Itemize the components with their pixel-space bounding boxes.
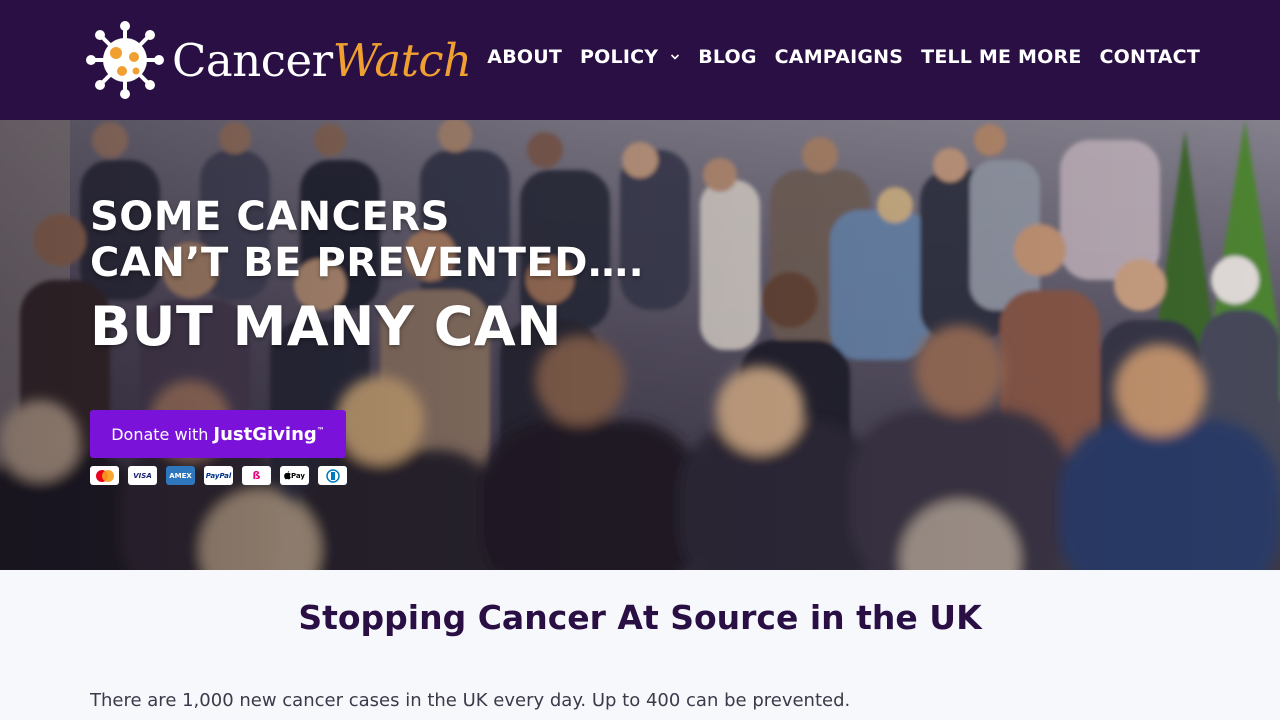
nav-campaigns[interactable]: CAMPAIGNS (775, 46, 904, 68)
paypal-label: PayPal (205, 471, 232, 480)
justgiving-name: JustGiving (213, 423, 317, 445)
paypal-icon: PayPal (204, 466, 233, 485)
amex-label: AMEX (169, 471, 192, 480)
main-nav: ABOUT POLICY BLOG CAMPAIGNS TELL ME MORE… (487, 46, 1200, 68)
nav-tell-me-more[interactable]: TELL ME MORE (921, 46, 1081, 68)
apple-pay-label: Pay (290, 471, 305, 480)
site-logo[interactable]: CancerWatch (84, 20, 472, 100)
intro-paragraph: There are 1,000 new cancer cases in the … (90, 690, 851, 711)
section-title: Stopping Cancer At Source in the UK (298, 598, 982, 637)
nav-about[interactable]: ABOUT (487, 46, 562, 68)
nav-policy-label: POLICY (580, 46, 659, 68)
apple-pay-icon: Pay (280, 466, 309, 485)
nav-campaigns-label: CAMPAIGNS (774, 46, 904, 68)
logo-word-cancer: Cancer (172, 33, 333, 87)
visa-icon: VISA (128, 466, 157, 485)
hero-line-2: CAN’T BE PREVENTED…. (90, 240, 645, 286)
amex-icon: AMEX (166, 466, 195, 485)
nav-tell-me-more-label: TELL ME MORE (921, 46, 1082, 68)
logo-word-watch: Watch (332, 33, 472, 87)
logo-wordmark: CancerWatch (172, 38, 472, 83)
site-header: CancerWatch ABOUT POLICY BLOG CAMPAIGNS … (0, 0, 1280, 120)
visa-label: VISA (133, 471, 152, 480)
donate-prefix: Donate with (111, 424, 209, 444)
justgiving-trademark: ™ (316, 425, 325, 435)
diners-icon (318, 466, 347, 485)
donate-justgiving-button[interactable]: Donate with JustGiving™ (90, 410, 346, 458)
mastercard-icon (90, 466, 119, 485)
nav-blog[interactable]: BLOG (698, 46, 756, 68)
chevron-down-icon[interactable] (670, 52, 680, 62)
nav-about-label: ABOUT (487, 46, 563, 68)
nav-policy[interactable]: POLICY (580, 46, 680, 68)
hero-line-1: SOME CANCERS (90, 194, 450, 240)
hero-heading: SOME CANCERS CAN’T BE PREVENTED…. BUT MA… (90, 194, 644, 358)
nav-contact[interactable]: CONTACT (1100, 46, 1201, 68)
justgiving-wordmark: JustGiving™ (213, 424, 324, 445)
hero-banner: SOME CANCERS CAN’T BE PREVENTED…. BUT MA… (0, 120, 1280, 570)
nav-contact-label: CONTACT (1099, 46, 1200, 68)
nav-blog-label: BLOG (698, 46, 757, 68)
hero-line-3: BUT MANY CAN (90, 295, 562, 358)
klarna-icon: ß (242, 466, 271, 485)
virus-logo-icon (86, 21, 164, 99)
payment-methods: VISA AMEX PayPal ß Pay (90, 466, 347, 485)
